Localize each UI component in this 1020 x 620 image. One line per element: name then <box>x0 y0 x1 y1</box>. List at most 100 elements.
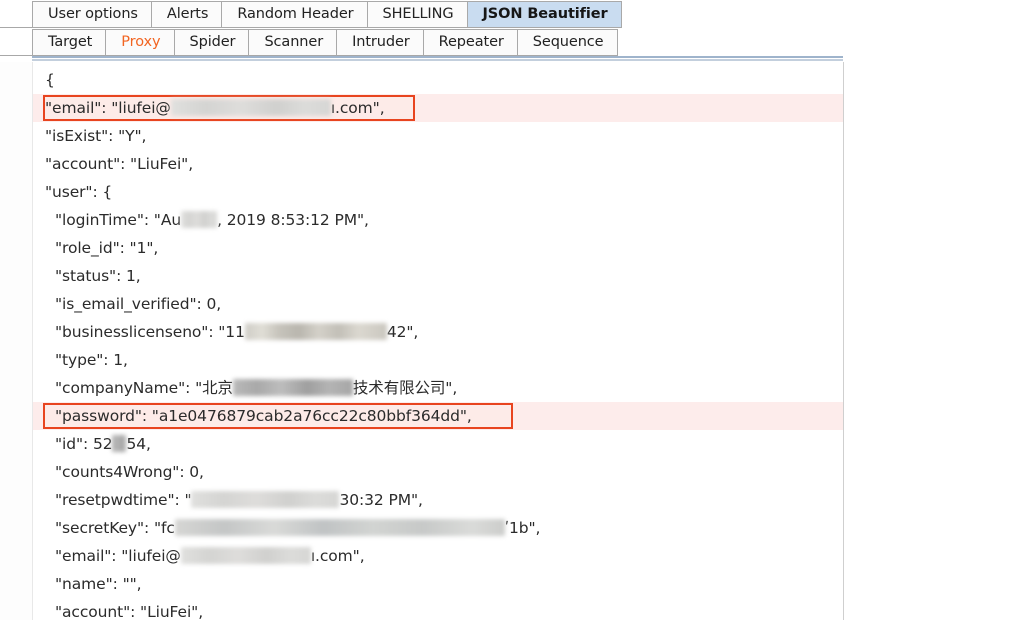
json-line-content: "counts4Wrong": 0, <box>45 458 204 486</box>
tab-label: Target <box>48 33 93 50</box>
tab-scanner[interactable]: Scanner <box>249 29 338 56</box>
tab-spider[interactable]: Spider <box>174 29 250 56</box>
tab-sequence[interactable]: Sequence <box>517 29 618 56</box>
tab-label: Intruder <box>352 33 410 50</box>
json-line-content: "account": "LiuFei", <box>45 155 193 173</box>
json-line: "status": 1, <box>33 262 843 290</box>
json-line: "role_id": "1", <box>33 234 843 262</box>
json-text-area[interactable]: { "email": "liufei@ ı.com", "isExist": "Y",… <box>33 66 843 620</box>
tab-target[interactable]: Target <box>32 29 107 56</box>
json-text-segment: "email": "liufei@ <box>45 99 171 117</box>
separator-rule-lower <box>32 59 843 61</box>
json-line-content: "type": 1, <box>45 346 128 374</box>
redacted-value-block <box>191 491 340 508</box>
tab-proxy[interactable]: Proxy <box>106 29 175 56</box>
json-line: "isExist": "Y", <box>33 122 843 150</box>
redacted-value-block <box>232 379 353 396</box>
json-text-segment: "counts4Wrong": 0, <box>55 463 204 481</box>
json-line-content: "businesslicenseno": "11 42", <box>45 318 418 346</box>
json-line: "name": "", <box>33 570 843 598</box>
redacted-value-block <box>181 211 218 228</box>
tab-label: Proxy <box>121 33 161 50</box>
json-line-content: "secretKey": "fc ʹ1b", <box>45 514 540 542</box>
json-text-segment: "businesslicenseno": "11 <box>55 323 245 341</box>
json-line-content: "id": 52 54, <box>45 430 151 458</box>
tab-label: Repeater <box>438 33 504 50</box>
json-line-content: "password": "a1e0476879cab2a76cc22c80bbf… <box>45 402 472 430</box>
secondary-tab-bar: User options Alerts Random Header SHELLING J… <box>0 0 1020 28</box>
json-line-content: "user": { <box>45 183 112 201</box>
tab-shelling[interactable]: SHELLING <box>367 1 468 28</box>
json-line: "counts4Wrong": 0, <box>33 458 843 486</box>
tab-label: SHELLING <box>382 5 454 22</box>
json-text-segment: "resetpwdtime": " <box>55 491 192 509</box>
json-gutter <box>0 62 33 620</box>
json-text-segment: "email": "liufei@ <box>55 547 181 565</box>
json-line-content: "status": 1, <box>45 262 141 290</box>
redacted-value-block <box>174 519 505 536</box>
tab-intruder[interactable]: Intruder <box>337 29 424 56</box>
json-line-content: "account": "LiuFei", <box>45 598 203 620</box>
json-beautifier-window: User options Alerts Random Header SHELLING J… <box>0 0 1020 620</box>
json-line-content: "email": "liufei@ ı.com", <box>45 542 365 570</box>
json-text-segment: "type": 1, <box>55 351 128 369</box>
tab-user-options[interactable]: User options <box>32 1 152 28</box>
json-text-segment: "role_id": "1", <box>55 239 159 257</box>
separator-rule-upper <box>32 56 843 58</box>
tab-bar-lead-spacer <box>0 0 32 28</box>
tab-random-header[interactable]: Random Header <box>222 1 368 28</box>
json-text-segment: "account": "LiuFei", <box>55 603 204 620</box>
json-line: { <box>33 66 843 94</box>
json-text-segment: "id": 52 <box>55 435 113 453</box>
tab-label: Spider <box>189 33 236 50</box>
tab-json-beautifier[interactable]: JSON Beautifier <box>467 1 622 28</box>
json-text-segment: "secretKey": "fc <box>55 519 175 537</box>
json-line: "account": "LiuFei", <box>33 598 843 620</box>
json-line-content: { <box>45 71 55 89</box>
json-line-content: "loginTime": "Au , 2019 8:53:12 PM", <box>45 206 369 234</box>
json-line: "account": "LiuFei", <box>33 150 843 178</box>
tab-repeater[interactable]: Repeater <box>423 29 518 56</box>
json-line: "email": "liufei@ ı.com", <box>33 542 843 570</box>
redacted-value-block <box>170 99 331 116</box>
json-line-content: "role_id": "1", <box>45 234 158 262</box>
json-text-segment: 技术有限公司", <box>352 379 458 397</box>
json-line-content: "companyName": "北京 技术有限公司", <box>45 374 457 402</box>
json-text-segment: "loginTime": "Au <box>55 211 182 229</box>
secondary-tab-list: User options Alerts Random Header SHELLING J… <box>32 1 622 28</box>
tab-label: Random Header <box>237 5 354 22</box>
json-line-content: "resetpwdtime": " 30:32 PM", <box>45 486 423 514</box>
json-line: "companyName": "北京 技术有限公司", <box>33 374 843 402</box>
json-line: "resetpwdtime": " 30:32 PM", <box>33 486 843 514</box>
json-text-segment: { <box>45 71 55 89</box>
json-line-content: "name": "", <box>45 570 142 598</box>
json-output-panel[interactable]: { "email": "liufei@ ı.com", "isExist": "Y",… <box>0 62 844 620</box>
tab-label: JSON Beautifier <box>482 5 608 22</box>
redacted-value-block <box>180 547 311 564</box>
json-line-highlighted: "email": "liufei@ ı.com", <box>33 94 843 122</box>
json-text-segment: "is_email_verified": 0, <box>55 295 222 313</box>
json-line-content: "is_email_verified": 0, <box>45 290 221 318</box>
json-line: "loginTime": "Au , 2019 8:53:12 PM", <box>33 206 843 234</box>
json-text-segment: 30:32 PM", <box>339 491 423 509</box>
tab-bar-lead-spacer-2 <box>0 28 32 56</box>
redacted-value-block <box>112 435 127 452</box>
json-line-content: "email": "liufei@ ı.com", <box>45 99 385 117</box>
json-line: "type": 1, <box>33 346 843 374</box>
json-text-segment: "account": "LiuFei", <box>45 155 194 173</box>
tab-alerts[interactable]: Alerts <box>151 1 223 28</box>
json-text-segment: "name": "", <box>55 575 142 593</box>
tab-label: Alerts <box>166 5 209 22</box>
json-line: "secretKey": "fc ʹ1b", <box>33 514 843 542</box>
json-text-segment: 42", <box>386 323 419 341</box>
json-text-segment: "password": "a1e0476879cab2a76cc22c80bbf… <box>55 407 472 425</box>
redacted-value-block <box>244 323 387 340</box>
main-tab-list: Target Proxy Spider Scanner Intruder Repeater… <box>32 29 618 56</box>
json-text-segment: "isExist": "Y", <box>45 127 147 145</box>
tab-label: Scanner <box>264 33 324 50</box>
json-line-highlighted: "password": "a1e0476879cab2a76cc22c80bbf… <box>33 402 843 430</box>
json-line-content: "isExist": "Y", <box>45 127 146 145</box>
json-text-segment: ı.com", <box>310 547 365 565</box>
json-text-segment: "user": { <box>45 183 113 201</box>
json-text-segment: ı.com", <box>330 99 385 117</box>
